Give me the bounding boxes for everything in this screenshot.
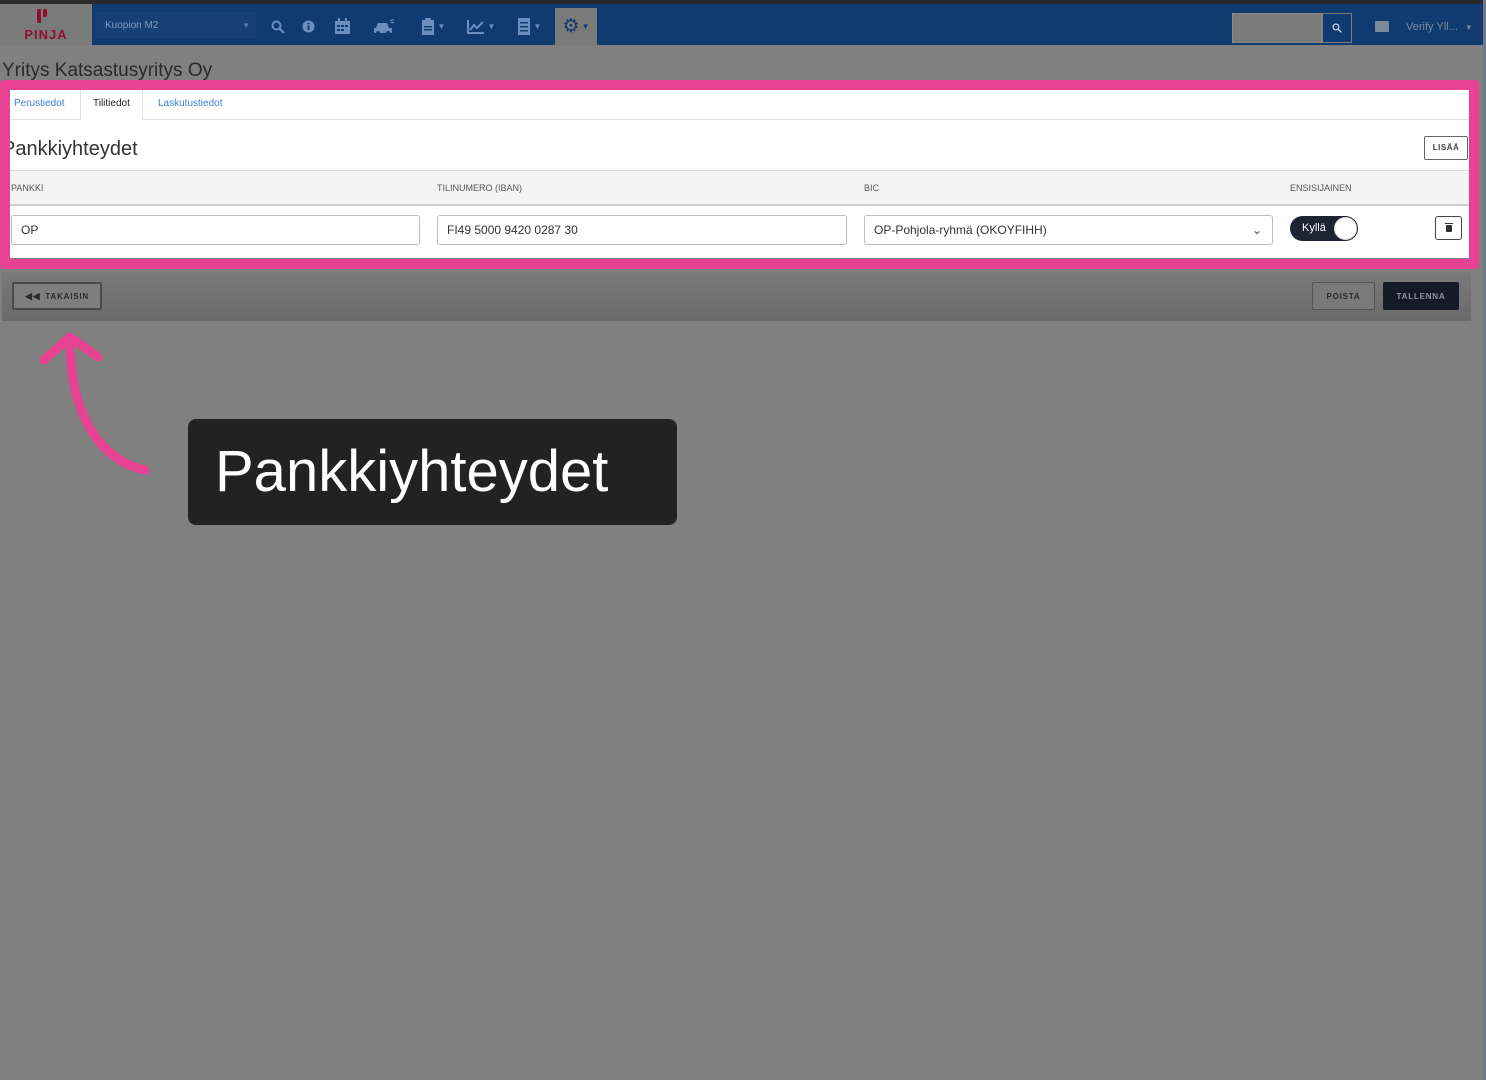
logo-mark	[37, 9, 47, 23]
site-select[interactable]: Kuopion M2 ▼	[96, 12, 256, 39]
navbar-search-button[interactable]	[1322, 13, 1352, 43]
user-name: Verify Yll...	[1406, 21, 1458, 33]
mail-icon[interactable]	[1375, 21, 1389, 32]
navbar-search-input[interactable]	[1232, 13, 1322, 43]
clipboard-icon[interactable]: ▼	[414, 8, 452, 45]
chart-icon[interactable]: ▼	[462, 8, 500, 45]
pinja-logo[interactable]: PINJA	[0, 4, 92, 45]
info-icon[interactable]	[298, 8, 318, 45]
logo-text: PINJA	[24, 27, 68, 42]
document-icon[interactable]: ▼	[510, 8, 548, 45]
back-button[interactable]: ◀◀ TAKAISIN	[12, 282, 102, 310]
car-icon[interactable]	[370, 8, 398, 45]
action-bar: ◀◀ TAKAISIN POISTA TALLENNA	[2, 272, 1471, 321]
double-chevron-left-icon: ◀◀	[24, 290, 41, 301]
delete-button[interactable]: POISTA	[1312, 282, 1375, 310]
chevron-down-icon: ▼	[1464, 23, 1473, 32]
site-select-value: Kuopion M2	[105, 20, 159, 31]
annotation-caption: Pankkiyhteydet	[188, 419, 677, 525]
chevron-down-icon: ▼	[242, 21, 250, 30]
user-menu[interactable]: Verify Yll... ▼	[1406, 21, 1473, 33]
arrow-icon	[39, 332, 150, 475]
search-icon[interactable]	[268, 8, 288, 45]
top-navbar: PINJA Kuopion M2 ▼ ▼ ▼ ▼ ⚙ ▼ Verify Yll..…	[0, 0, 1483, 45]
page-title: Yritys Katsastusyritys Oy	[2, 60, 213, 81]
back-button-label: TAKAISIN	[45, 291, 90, 301]
gear-icon[interactable]: ⚙ ▼	[555, 8, 597, 45]
calendar-icon[interactable]	[330, 8, 354, 45]
highlight-frame	[0, 80, 1479, 269]
save-button[interactable]: TALLENNA	[1383, 282, 1459, 310]
